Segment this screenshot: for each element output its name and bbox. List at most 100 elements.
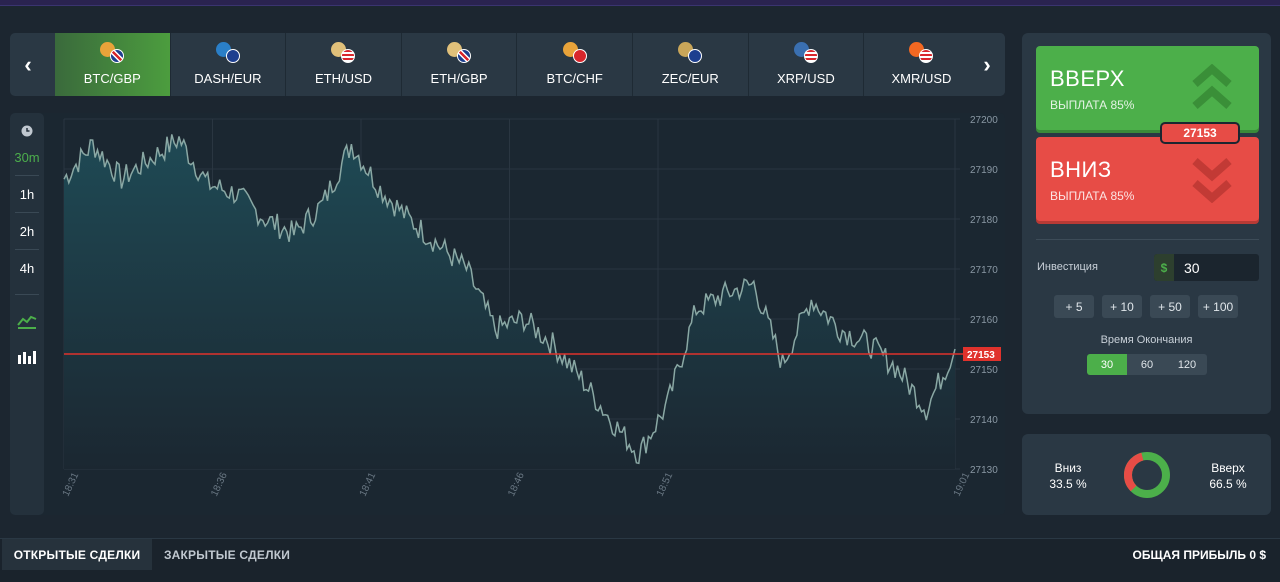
investment-field[interactable]: $ 30 bbox=[1154, 254, 1259, 281]
asset-tab-label: BTC/CHF bbox=[546, 71, 603, 86]
tab-closed-trades[interactable]: ЗАКРЫТЫЕ СДЕЛКИ bbox=[152, 539, 302, 570]
x-tick-label: 18:41 bbox=[358, 471, 379, 499]
add-50-button[interactable]: + 50 bbox=[1150, 295, 1190, 318]
chevron-right-icon[interactable]: › bbox=[969, 33, 1005, 96]
y-tick-label: 27180 bbox=[970, 215, 998, 226]
asset-tab-label: BTC/GBP bbox=[83, 71, 141, 86]
asset-tab-xrp-usd[interactable]: XRP/USD bbox=[749, 33, 865, 96]
x-tick-label: 18:31 bbox=[61, 471, 82, 499]
asset-tab-eth-usd[interactable]: ETH/USD bbox=[286, 33, 402, 96]
sentiment-donut bbox=[1124, 452, 1170, 498]
currency-flag-icon bbox=[688, 49, 703, 63]
x-tick-label: 18:51 bbox=[655, 471, 676, 499]
expiry-120-button[interactable]: 120 bbox=[1167, 354, 1207, 375]
asset-pair-icon bbox=[100, 42, 128, 64]
timeframe-4h[interactable]: 4h bbox=[10, 250, 44, 286]
increment-buttons: + 5 + 10 + 50 + 100 bbox=[1054, 295, 1238, 318]
y-tick-label: 27140 bbox=[970, 415, 998, 426]
asset-pair-icon bbox=[331, 42, 359, 64]
asset-pair-icon bbox=[793, 42, 822, 64]
line-chart-icon[interactable] bbox=[10, 303, 44, 339]
asset-tab-btc-gbp[interactable]: BTC/GBP bbox=[55, 33, 171, 96]
expiry-label: Время Окончания bbox=[1100, 334, 1193, 346]
asset-tab-eth-gbp[interactable]: ETH/GBP bbox=[402, 33, 518, 96]
sentiment-up: Вверх 66.5 % bbox=[1198, 460, 1258, 492]
asset-tab-label: ZEC/EUR bbox=[661, 71, 719, 86]
asset-bar: ‹ BTC/GBP DASH/EUR ETH/USD ETH/GBP BTC/CHF ZE… bbox=[10, 33, 1005, 96]
currency-flag-icon bbox=[919, 49, 934, 63]
add-10-button[interactable]: + 10 bbox=[1102, 295, 1142, 318]
currency-flag-icon bbox=[341, 49, 356, 63]
timeframe-2h[interactable]: 2h bbox=[10, 213, 44, 249]
trader-sentiment: Вниз 33.5 % Вверх 66.5 % bbox=[1022, 434, 1271, 515]
timeframe-30m[interactable]: 30m bbox=[10, 139, 44, 175]
asset-tab-btc-chf[interactable]: BTC/CHF bbox=[517, 33, 633, 96]
top-strip bbox=[0, 0, 1280, 6]
asset-pair-icon bbox=[215, 42, 244, 64]
chevron-left-icon[interactable]: ‹ bbox=[10, 33, 46, 96]
asset-tab-dash-eur[interactable]: DASH/EUR bbox=[171, 33, 287, 96]
timeframe-1h[interactable]: 1h bbox=[10, 176, 44, 212]
dollar-icon: $ bbox=[1154, 254, 1174, 281]
up-payout: ВЫПЛАТА 85% bbox=[1050, 98, 1135, 112]
bar-chart-icon[interactable] bbox=[10, 339, 44, 375]
asset-tab-label: DASH/EUR bbox=[194, 71, 262, 86]
add-5-button[interactable]: + 5 bbox=[1054, 295, 1094, 318]
trade-panel: ВВЕРХ ВЫПЛАТА 85% ВНИЗ ВЫПЛАТА 85% 27153… bbox=[1022, 33, 1271, 414]
y-tick-label: 27170 bbox=[970, 265, 998, 276]
asset-tab-label: XMR/USD bbox=[891, 71, 952, 86]
currency-flag-icon bbox=[110, 49, 125, 63]
timeframe-sidebar: 30m 1h 2h 4h bbox=[10, 113, 44, 515]
down-label: ВНИЗ bbox=[1050, 157, 1112, 182]
sentiment-up-label: Вверх bbox=[1211, 461, 1245, 475]
expiry-60-button[interactable]: 60 bbox=[1127, 354, 1167, 375]
asset-pair-icon bbox=[447, 42, 475, 64]
x-tick-label: 18:46 bbox=[506, 471, 527, 499]
add-100-button[interactable]: + 100 bbox=[1198, 295, 1238, 318]
asset-tab-xmr-usd[interactable]: XMR/USD bbox=[864, 33, 980, 96]
down-payout: ВЫПЛАТА 85% bbox=[1050, 189, 1135, 203]
price-chart: 27200 27190 27180 27170 27160 27150 27140 27130… bbox=[61, 115, 1001, 499]
y-tick-label: 27160 bbox=[970, 315, 998, 326]
asset-pair-icon bbox=[678, 42, 706, 64]
sentiment-down: Вниз 33.5 % bbox=[1038, 460, 1098, 492]
current-price-badge: 27153 bbox=[1160, 122, 1240, 144]
currency-flag-icon bbox=[225, 49, 240, 63]
clock-icon bbox=[10, 123, 44, 139]
asset-pair-icon bbox=[562, 42, 591, 64]
y-tick-label: 27200 bbox=[970, 115, 998, 126]
investment-value[interactable]: 30 bbox=[1184, 260, 1200, 276]
asset-tab-zec-eur[interactable]: ZEC/EUR bbox=[633, 33, 749, 96]
expiry-30-button[interactable]: 30 bbox=[1087, 354, 1127, 375]
put-down-button[interactable]: ВНИЗ ВЫПЛАТА 85% bbox=[1036, 137, 1259, 221]
x-tick-label: 19:01 bbox=[952, 471, 973, 499]
y-tick-label: 27190 bbox=[970, 165, 998, 176]
chart-panel: 27200 27190 27180 27170 27160 27150 27140 27130… bbox=[10, 113, 1005, 515]
total-profit: ОБЩАЯ ПРИБЫЛЬ 0 $ bbox=[1132, 548, 1267, 562]
sentiment-down-label: Вниз bbox=[1054, 461, 1082, 475]
y-tick-label: 27150 bbox=[970, 365, 998, 376]
asset-tab-label: ETH/GBP bbox=[430, 71, 488, 86]
currency-flag-icon bbox=[803, 49, 818, 63]
asset-tab-label: XRP/USD bbox=[776, 71, 835, 86]
bottom-bar: ОТКРЫТЫЕ СДЕЛКИ ЗАКРЫТЫЕ СДЕЛКИ ОБЩАЯ ПР… bbox=[0, 538, 1280, 582]
investment-label: Инвестиция bbox=[1037, 261, 1098, 273]
x-tick-label: 18:36 bbox=[209, 471, 230, 499]
asset-tabs: BTC/GBP DASH/EUR ETH/USD ETH/GBP BTC/CHF ZEC/… bbox=[55, 33, 980, 96]
sentiment-down-value: 33.5 % bbox=[1049, 477, 1087, 491]
expiry-options: 30 60 120 bbox=[1087, 354, 1207, 375]
asset-pair-icon bbox=[909, 42, 937, 64]
sentiment-up-value: 66.5 % bbox=[1209, 477, 1247, 491]
up-label: ВВЕРХ bbox=[1050, 66, 1125, 91]
double-chevron-down-icon bbox=[1192, 158, 1232, 203]
double-chevron-up-icon bbox=[1192, 64, 1232, 109]
y-tick-label: 27130 bbox=[970, 465, 998, 476]
divider bbox=[15, 294, 39, 295]
call-up-button[interactable]: ВВЕРХ ВЫПЛАТА 85% bbox=[1036, 46, 1259, 130]
asset-tab-label: ETH/USD bbox=[314, 71, 373, 86]
current-price-label: 27153 bbox=[967, 350, 995, 361]
tab-open-trades[interactable]: ОТКРЫТЫЕ СДЕЛКИ bbox=[2, 539, 152, 570]
currency-flag-icon bbox=[457, 49, 472, 63]
divider bbox=[1036, 239, 1259, 240]
currency-flag-icon bbox=[572, 49, 587, 63]
